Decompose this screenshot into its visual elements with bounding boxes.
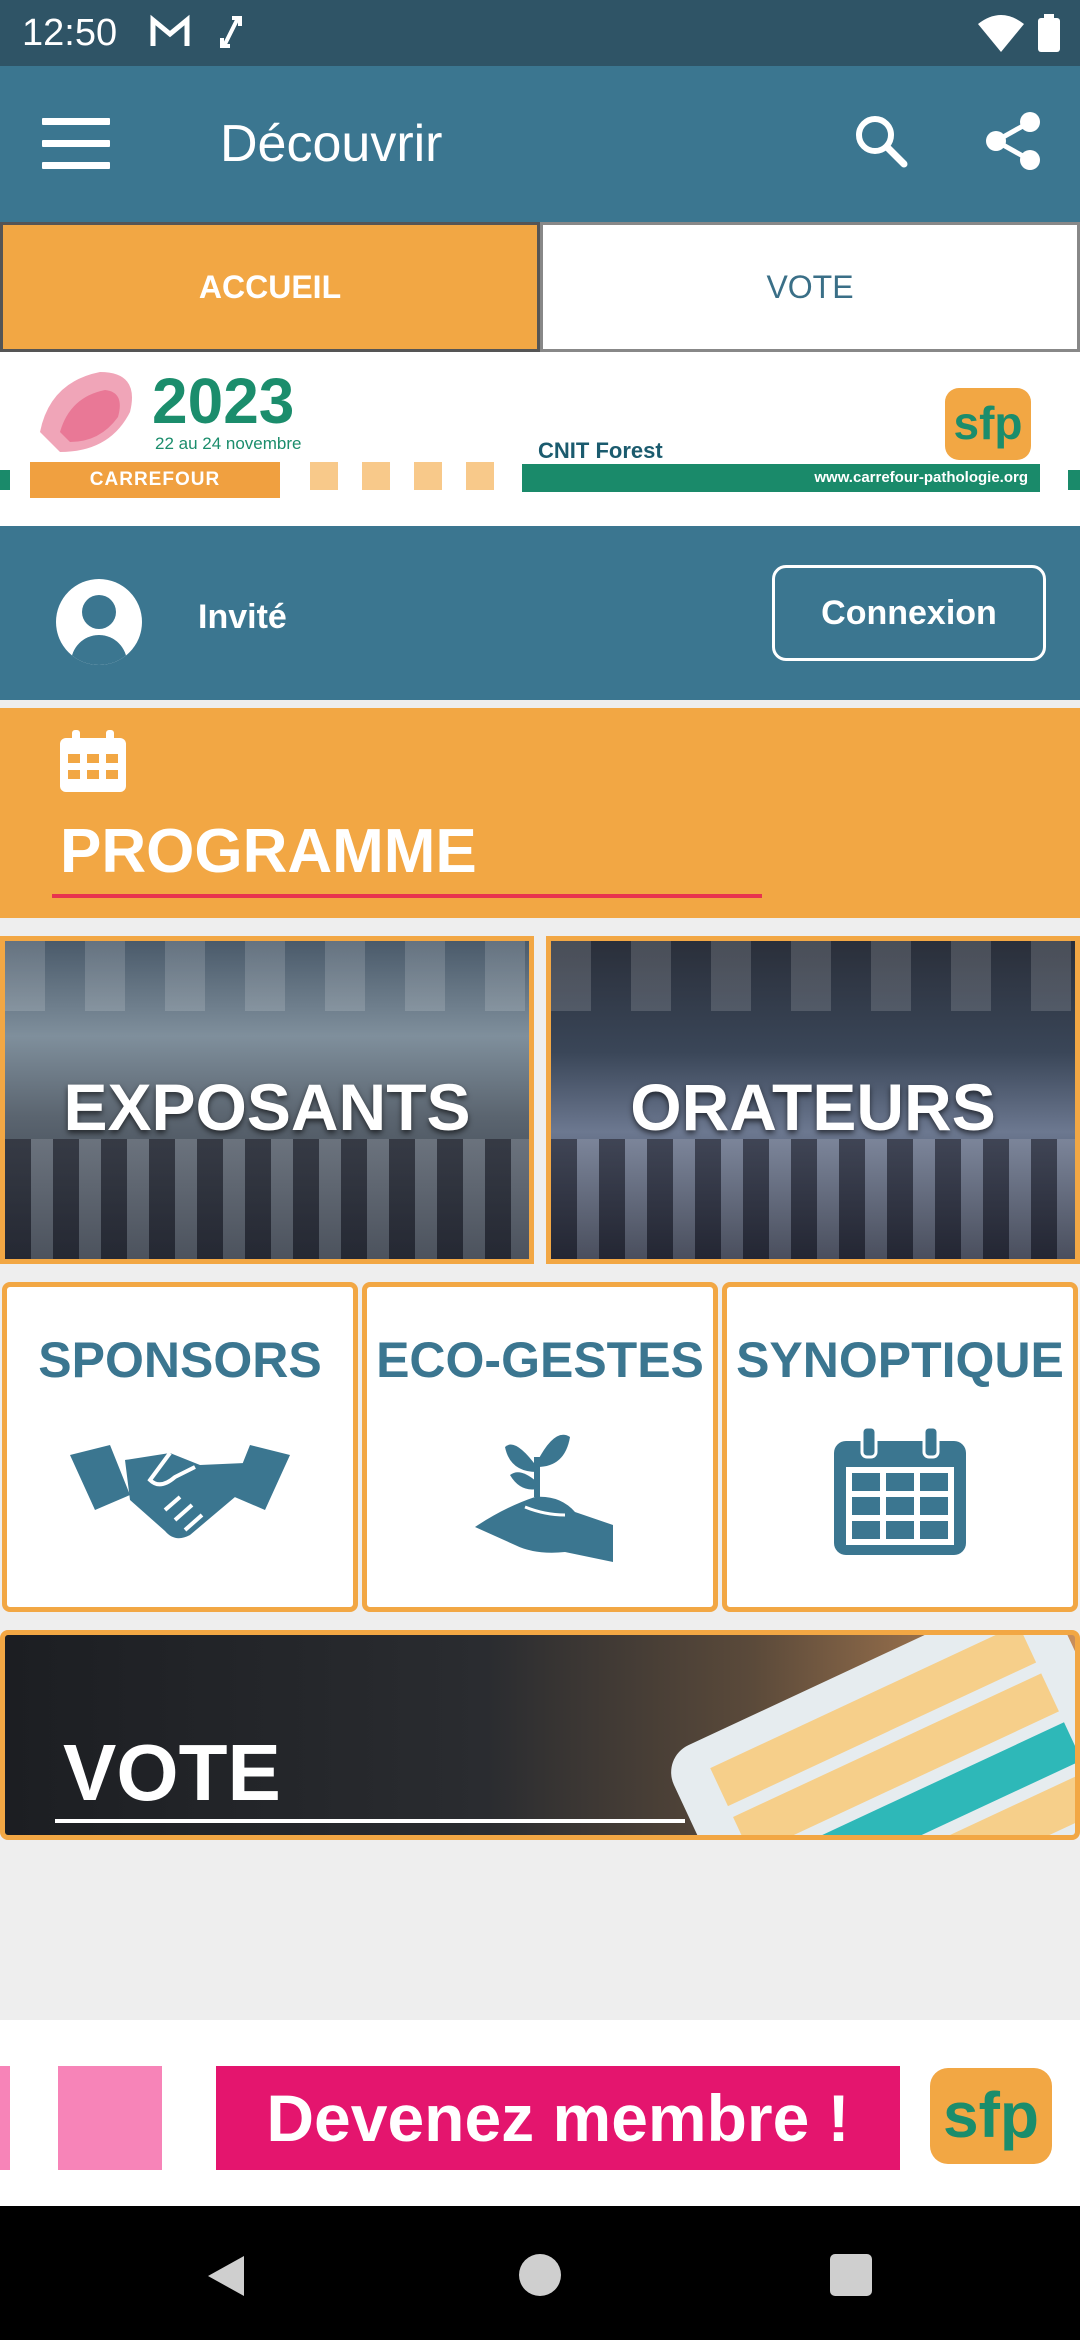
calendar-icon xyxy=(832,1425,968,1562)
vote-tile[interactable]: VOTE xyxy=(0,1630,1080,1840)
user-bar: Invité Connexion xyxy=(0,526,1080,700)
system-nav-bar xyxy=(0,2206,1080,2340)
tab-vote[interactable]: VOTE xyxy=(540,222,1080,352)
orateurs-label: ORATEURS xyxy=(630,1070,996,1144)
back-icon[interactable] xyxy=(206,2254,246,2303)
plant-hand-icon xyxy=(465,1427,615,1572)
programme-underline xyxy=(52,894,762,898)
orateurs-tile[interactable]: ORATEURS xyxy=(546,936,1080,1264)
status-bar: 12:50 xyxy=(0,0,1080,66)
banner-dates: 22 au 24 novembre xyxy=(155,434,302,453)
user-icon xyxy=(56,579,142,665)
phone-graphic xyxy=(661,1635,1075,1835)
share-icon[interactable] xyxy=(984,110,1044,177)
banner-square xyxy=(466,462,494,490)
eco-gestes-tile[interactable]: ECO-GESTES xyxy=(362,1282,718,1612)
synoptique-tile[interactable]: SYNOPTIQUE xyxy=(722,1282,1078,1612)
sync-icon xyxy=(218,14,244,55)
banner-stripe xyxy=(0,470,10,490)
programme-tile[interactable]: PROGRAMME xyxy=(0,708,1080,918)
tab-accueil[interactable]: ACCUEIL xyxy=(0,222,540,352)
exposants-tile[interactable]: EXPOSANTS xyxy=(0,936,534,1264)
pathology-graphic-icon xyxy=(40,372,132,452)
user-name: Invité xyxy=(198,598,287,636)
page-title: Découvrir xyxy=(220,115,443,173)
banner-event-name: CARREFOUR PATHOLOGIE xyxy=(30,462,280,526)
gmail-icon xyxy=(150,14,190,55)
battery-icon xyxy=(1038,14,1060,57)
ad-square xyxy=(58,2066,162,2170)
ad-square xyxy=(0,2066,10,2170)
event-banner[interactable]: 2023 22 au 24 novembre CARREFOUR PATHOLO… xyxy=(0,352,1080,526)
exposants-label: EXPOSANTS xyxy=(63,1070,471,1144)
vote-label: VOTE xyxy=(63,1728,281,1817)
banner-year: 2023 xyxy=(152,365,295,437)
banner-venue: CNIT Forest xyxy=(538,438,663,463)
search-icon[interactable] xyxy=(852,112,910,175)
sfp-logo: sfp xyxy=(945,388,1031,460)
calendar-icon xyxy=(58,730,128,799)
vote-underline xyxy=(55,1819,685,1823)
tab-bar: ACCUEIL VOTE xyxy=(0,222,1080,352)
banner-stripe xyxy=(1068,470,1080,490)
recents-icon[interactable] xyxy=(830,2254,872,2296)
sponsors-tile[interactable]: SPONSORS xyxy=(2,1282,358,1612)
synoptique-label: SYNOPTIQUE xyxy=(736,1332,1064,1388)
banner-square xyxy=(310,462,338,490)
eco-gestes-label: ECO-GESTES xyxy=(376,1332,704,1388)
banner-square xyxy=(414,462,442,490)
status-time: 12:50 xyxy=(22,12,118,54)
banner-url: www.carrefour-pathologie.org xyxy=(522,464,1040,492)
ad-banner[interactable]: Devenez membre ! sfp xyxy=(0,2020,1080,2206)
sfp-logo: sfp xyxy=(930,2068,1052,2164)
app-bar: Découvrir xyxy=(0,66,1080,222)
programme-label: PROGRAMME xyxy=(60,817,477,886)
handshake-icon xyxy=(70,1435,290,1550)
ad-message: Devenez membre ! xyxy=(216,2066,900,2170)
wifi-icon xyxy=(978,14,1024,57)
home-icon[interactable] xyxy=(519,2254,561,2296)
sponsors-label: SPONSORS xyxy=(38,1332,322,1388)
banner-square xyxy=(362,462,390,490)
menu-icon[interactable] xyxy=(42,118,110,170)
login-button[interactable]: Connexion xyxy=(772,565,1046,661)
